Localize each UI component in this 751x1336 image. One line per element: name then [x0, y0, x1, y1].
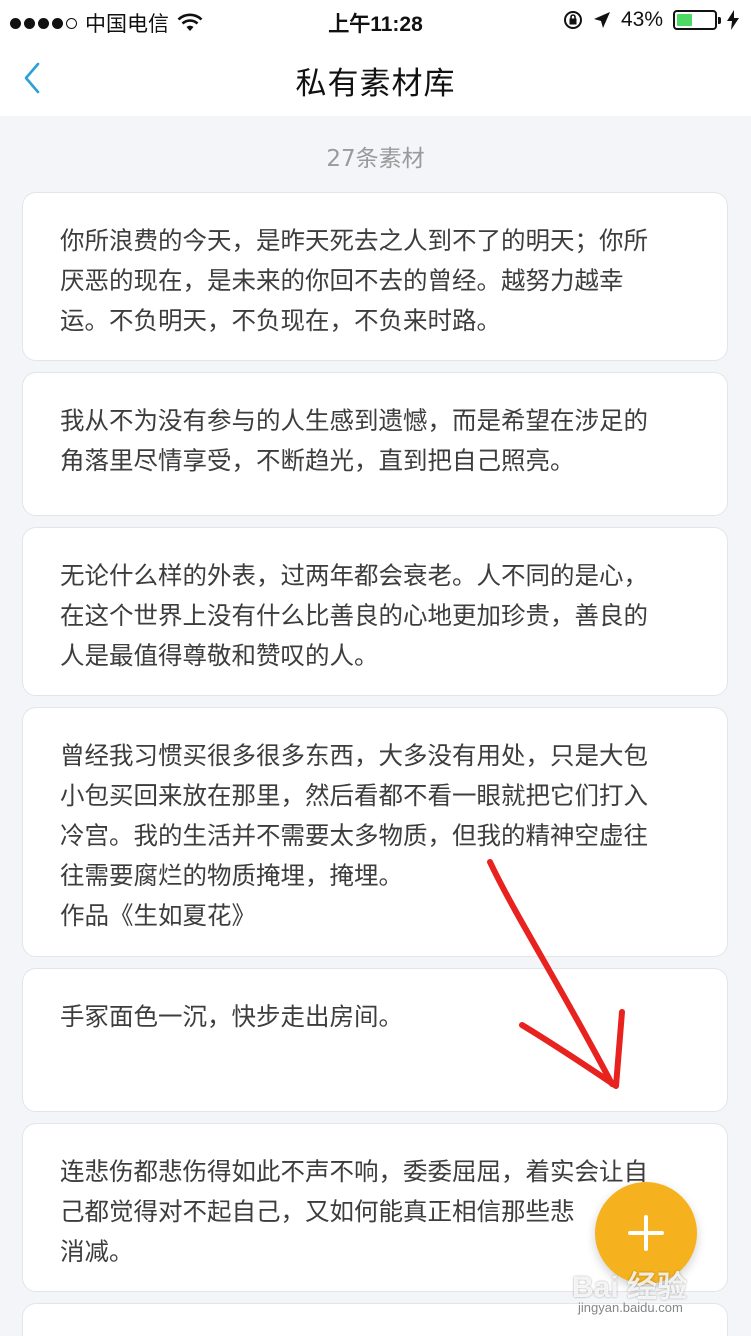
- status-bar: 中国电信 上午11:28 43%: [0, 0, 751, 40]
- list-item[interactable]: 曾经我习惯买很多很多东西，大多没有用处，只是大包 小包买回来放在那里，然后看都不…: [22, 707, 728, 957]
- item-text-line: 角落里尽情享受，不断趋光，直到把自己照亮。: [60, 446, 575, 475]
- item-text-line: 冷宫。我的生活并不需要太多物质，但我的精神空虚往: [60, 821, 648, 850]
- item-text-line: 无论什么样的外表，过两年都会衰老。人不同的是心，: [60, 561, 648, 590]
- location-arrow-icon: [593, 12, 610, 28]
- list-item[interactable]: 手冢面色一沉，快步走出房间。: [22, 968, 728, 1112]
- item-text-line: 在这个世界上没有什么比善良的心地更加珍贵，善良的: [60, 601, 648, 630]
- item-text-line: 连悲伤都悲伤得如此不声不响，委委屈屈，着实会让自: [60, 1157, 648, 1186]
- item-text-line: 曾经我习惯买很多很多东西，大多没有用处，只是大包: [60, 741, 648, 770]
- page-title: 私有素材库: [295, 66, 456, 102]
- item-text-line: 人是最值得尊敬和赞叹的人。: [60, 641, 379, 670]
- list-item[interactable]: 我从不为没有参与的人生感到遗憾，而是希望在涉足的 角落里尽情享受，不断趋光，直到…: [22, 372, 728, 516]
- battery-icon: [673, 10, 721, 30]
- item-count: 27条素材: [326, 146, 425, 172]
- item-text-line: 你所浪费的今天，是昨天死去之人到不了的明天；你所: [60, 226, 648, 255]
- list-item[interactable]: 你所浪费的今天，是昨天死去之人到不了的明天；你所 厌恶的现在，是未来的你回不去的…: [22, 192, 728, 361]
- list-item[interactable]: 无论什么样的外表，过两年都会衰老。人不同的是心， 在这个世界上没有什么比善良的心…: [22, 527, 728, 696]
- item-text-line: 往需要腐烂的物质掩埋，掩埋。: [60, 861, 403, 890]
- item-text-line: 厌恶的现在，是未来的你回不去的曾经。越努力越幸: [60, 266, 624, 295]
- item-text-line: 手冢面色一沉，快步走出房间。: [60, 1002, 403, 1031]
- charging-bolt-icon: [727, 10, 739, 30]
- plus-icon: [628, 1215, 664, 1251]
- item-text-line: 我从不为没有参与的人生感到遗憾，而是希望在涉足的: [60, 406, 648, 435]
- orientation-lock-icon: [563, 11, 582, 29]
- item-text-line: 小包买回来放在那里，然后看都不看一眼就把它们打入: [60, 781, 648, 810]
- nav-bar: 私有素材库: [0, 40, 751, 116]
- item-text-line: 作品《生如夏花》: [60, 901, 256, 930]
- battery-percent: 43%: [620, 8, 663, 31]
- battery-fill: [677, 14, 693, 26]
- watermark-url: jingyan.baidu.com: [578, 1300, 683, 1315]
- item-text-line: 运。不负明天，不负现在，不负来时路。: [60, 306, 501, 335]
- status-right: 43%: [563, 8, 739, 32]
- watermark-logo: Bai 经验 jingyan.baidu.com: [572, 1262, 747, 1322]
